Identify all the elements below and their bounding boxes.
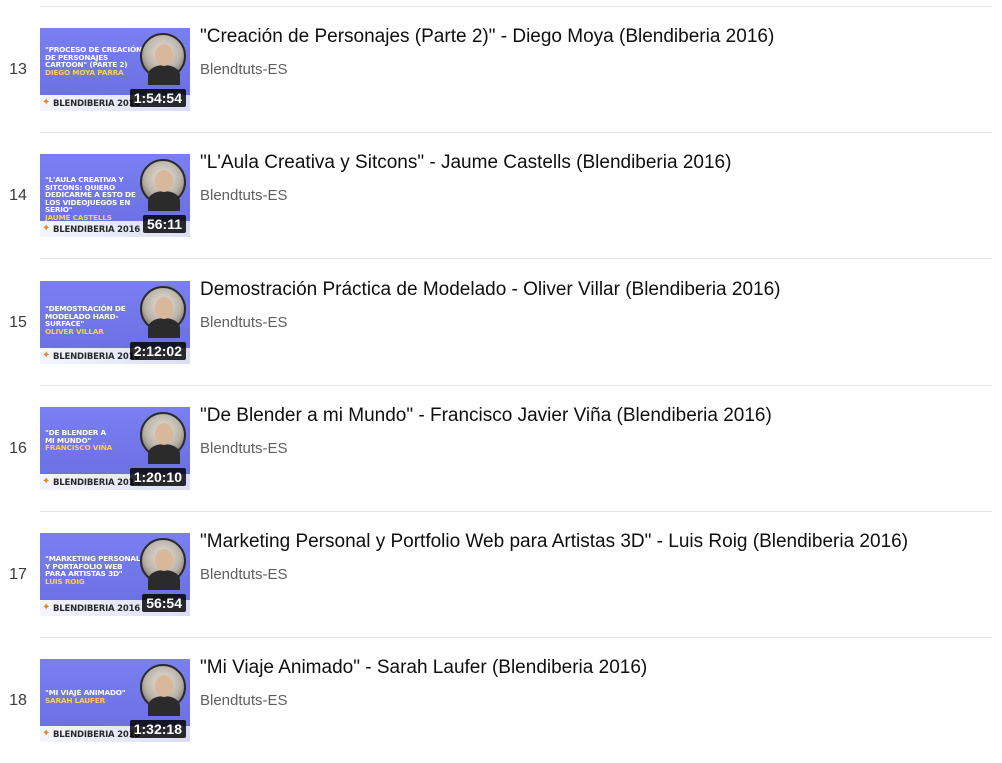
video-duration-badge: 1:32:18 <box>129 720 186 738</box>
thumbnail-caption: "DEMOSTRACIÓN DE MODELADO HARD-SURFACE" … <box>45 304 126 336</box>
item-index: 18 <box>9 692 27 709</box>
blender-logo-icon: ✦ <box>42 350 51 361</box>
thumbnail-caption: "DE BLENDER A MI MUNDO" FRANCISCO VIÑA <box>45 428 113 453</box>
item-index: 13 <box>9 61 27 78</box>
item-index: 14 <box>9 187 27 204</box>
channel-name-link[interactable]: Blendtuts-ES <box>200 187 288 204</box>
video-title-link[interactable]: "De Blender a mi Mundo" - Francisco Javi… <box>200 405 772 427</box>
blender-logo-icon: ✦ <box>42 97 51 108</box>
video-duration-badge: 1:20:10 <box>129 468 186 486</box>
video-thumbnail[interactable]: "MARKETING PERSONAL Y PORTAFOLIO WEB PAR… <box>40 533 190 616</box>
video-duration-badge: 56:54 <box>142 594 186 612</box>
video-duration-badge: 2:12:02 <box>129 342 186 360</box>
blender-logo-icon: ✦ <box>42 476 51 487</box>
channel-name-link[interactable]: Blendtuts-ES <box>200 61 288 78</box>
video-thumbnail[interactable]: "DE BLENDER A MI MUNDO" FRANCISCO VIÑA ✦… <box>40 407 190 490</box>
video-duration-badge: 1:54:54 <box>129 89 186 107</box>
speaker-avatar <box>140 286 186 338</box>
playlist-item[interactable]: 17 "MARKETING PERSONAL Y PORTAFOLIO WEB … <box>0 511 1002 637</box>
thumbnail-caption: "MARKETING PERSONAL Y PORTAFOLIO WEB PAR… <box>45 554 141 586</box>
video-thumbnail[interactable]: "PROCESO DE CREACIÓN DE PERSONAJES CARTO… <box>40 28 190 111</box>
item-index: 16 <box>9 440 27 457</box>
speaker-avatar <box>140 538 186 590</box>
video-thumbnail[interactable]: "DEMOSTRACIÓN DE MODELADO HARD-SURFACE" … <box>40 281 190 364</box>
playlist-item[interactable]: 15 "DEMOSTRACIÓN DE MODELADO HARD-SURFAC… <box>0 259 1002 385</box>
speaker-avatar <box>140 664 186 716</box>
playlist-item[interactable]: 14 "L'AULA CREATIVA Y SITCONS: QUIERO DE… <box>0 132 1002 258</box>
channel-name-link[interactable]: Blendtuts-ES <box>200 314 288 331</box>
blender-logo-icon: ✦ <box>42 728 51 739</box>
video-title-link[interactable]: Demostración Práctica de Modelado - Oliv… <box>200 279 780 301</box>
playlist-item[interactable]: 18 "MI VIAJE ANIMADO" SARAH LAUFER ✦ BLE… <box>0 637 1002 763</box>
video-title-link[interactable]: "L'Aula Creativa y Sitcons" - Jaume Cast… <box>200 152 731 174</box>
speaker-avatar <box>140 412 186 464</box>
thumbnail-caption: "MI VIAJE ANIMADO" SARAH LAUFER <box>45 688 126 705</box>
thumbnail-caption: "L'AULA CREATIVA Y SITCONS: QUIERO DEDIC… <box>45 175 136 222</box>
video-thumbnail[interactable]: "L'AULA CREATIVA Y SITCONS: QUIERO DEDIC… <box>40 154 190 237</box>
video-duration-badge: 56:11 <box>142 215 186 233</box>
blender-logo-icon: ✦ <box>42 223 51 234</box>
channel-name-link[interactable]: Blendtuts-ES <box>200 566 288 583</box>
video-title-link[interactable]: "Mi Viaje Animado" - Sarah Laufer (Blend… <box>200 657 647 679</box>
speaker-avatar <box>140 159 186 211</box>
speaker-avatar <box>140 33 186 85</box>
playlist-item[interactable]: 13 "PROCESO DE CREACIÓN DE PERSONAJES CA… <box>0 6 1002 132</box>
thumbnail-caption: "PROCESO DE CREACIÓN DE PERSONAJES CARTO… <box>45 45 142 77</box>
video-title-link[interactable]: "Marketing Personal y Portfolio Web para… <box>200 531 908 553</box>
channel-name-link[interactable]: Blendtuts-ES <box>200 692 288 709</box>
playlist-item[interactable]: 16 "DE BLENDER A MI MUNDO" FRANCISCO VIÑ… <box>0 385 1002 511</box>
blender-logo-icon: ✦ <box>42 602 51 613</box>
channel-name-link[interactable]: Blendtuts-ES <box>200 440 288 457</box>
video-title-link[interactable]: "Creación de Personajes (Parte 2)" - Die… <box>200 26 774 48</box>
item-index: 17 <box>9 566 27 583</box>
item-index: 15 <box>9 314 27 331</box>
video-thumbnail[interactable]: "MI VIAJE ANIMADO" SARAH LAUFER ✦ BLENDI… <box>40 659 190 742</box>
